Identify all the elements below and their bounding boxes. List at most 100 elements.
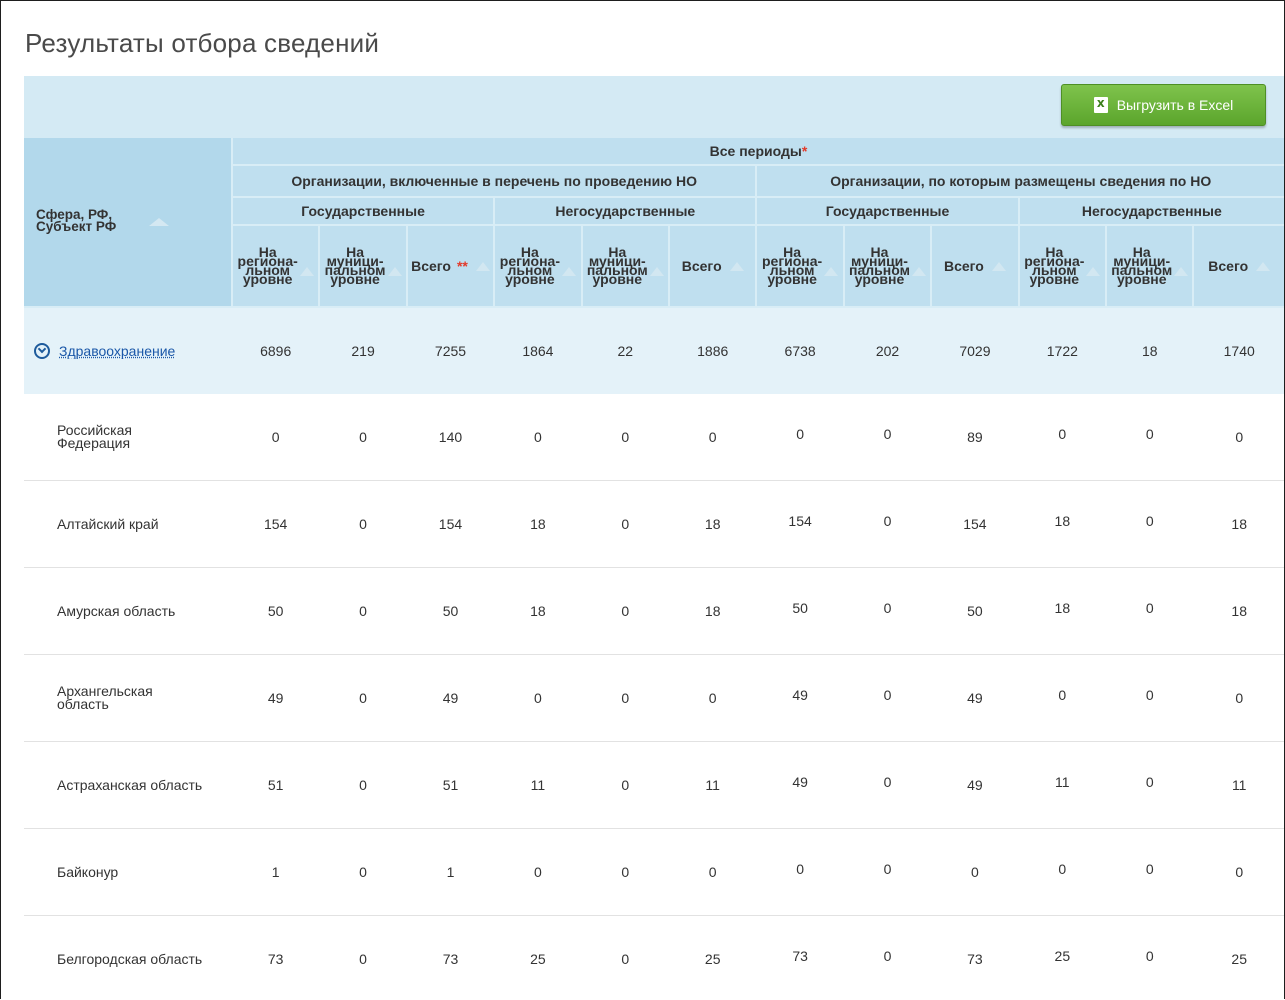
column-header-label: На региона-льном уровне bbox=[499, 244, 560, 287]
table-cell: 140 bbox=[406, 394, 495, 481]
region-name: Алтайский край bbox=[24, 480, 232, 568]
table-cell: 0 bbox=[843, 651, 932, 739]
region-name: Архангельская область bbox=[24, 654, 232, 742]
table-cell: 0 bbox=[1018, 391, 1107, 478]
table-cell: 154 bbox=[756, 477, 844, 565]
sort-asc-icon[interactable] bbox=[1256, 261, 1271, 271]
periods-header: Все периоды* bbox=[231, 138, 1284, 166]
table-cell: 0 bbox=[756, 391, 844, 478]
column-header-label: На муници-пальном уровне bbox=[849, 244, 910, 287]
table-cell: 18 bbox=[494, 567, 582, 655]
sort-asc-icon[interactable] bbox=[824, 266, 839, 276]
sort-asc-icon[interactable] bbox=[1174, 266, 1189, 276]
toolbar: Выгрузить в Excel bbox=[24, 76, 1284, 138]
table-cell: 1 bbox=[231, 828, 320, 916]
table-cell: 11 bbox=[1193, 741, 1284, 829]
sort-asc-icon[interactable] bbox=[299, 266, 314, 276]
column-header-regional[interactable]: На региона-льном уровне bbox=[231, 225, 321, 308]
table-cell: 0 bbox=[1106, 477, 1194, 565]
table-cell: 0 bbox=[1106, 825, 1194, 913]
column-header-label: На региона-льном уровне bbox=[761, 244, 823, 287]
table-cell: 0 bbox=[1193, 394, 1284, 481]
table-cell: 0 bbox=[319, 741, 407, 829]
table-cell: 0 bbox=[756, 825, 844, 913]
group-a-nongov-header: Негосударственные bbox=[494, 197, 758, 226]
table-cell: 0 bbox=[669, 654, 757, 742]
collapse-chevron-icon[interactable] bbox=[34, 343, 50, 359]
sort-asc-icon[interactable] bbox=[649, 266, 664, 276]
table-cell: 0 bbox=[231, 394, 320, 481]
table-cell: 49 bbox=[931, 654, 1019, 742]
table-cell: 0 bbox=[1018, 651, 1107, 739]
table-cell: 154 bbox=[406, 480, 495, 568]
column-header-regional[interactable]: На региона-льном уровне bbox=[1018, 225, 1108, 308]
column-header-label: На региона-льном уровне bbox=[237, 244, 298, 287]
table-cell: 0 bbox=[843, 912, 932, 999]
sort-asc-icon[interactable] bbox=[729, 261, 744, 271]
table-cell: 0 bbox=[1193, 828, 1284, 916]
table-cell: 0 bbox=[669, 394, 757, 481]
column-header-municipal[interactable]: На муници-пальном уровне bbox=[319, 225, 408, 308]
column-header-municipal[interactable]: На муници-пальном уровне bbox=[581, 225, 671, 308]
sort-asc-icon[interactable] bbox=[562, 266, 576, 276]
table-cell: 0 bbox=[494, 828, 582, 916]
sort-asc-icon[interactable] bbox=[991, 261, 1006, 271]
group-link-zdravoohranenie[interactable]: Здравоохранение bbox=[59, 343, 175, 359]
table-cell: 0 bbox=[581, 654, 669, 742]
table-cell: 50 bbox=[406, 567, 495, 655]
table-cell: 6896 bbox=[231, 307, 320, 394]
table-cell: 0 bbox=[581, 480, 669, 568]
table-cell: 18 bbox=[1193, 567, 1284, 655]
column-header-label: Всего bbox=[681, 257, 722, 274]
column-header-total[interactable]: Всего bbox=[931, 225, 1020, 308]
column-header-municipal[interactable]: На муници-пальном уровне bbox=[843, 225, 933, 308]
group-b-gov-header: Государственные bbox=[756, 197, 1020, 226]
sort-asc-icon[interactable] bbox=[475, 261, 490, 271]
column-header-label: Всего bbox=[943, 257, 984, 274]
table-cell: 1 bbox=[406, 828, 495, 916]
region-name: Астраханская область bbox=[24, 741, 232, 829]
table-cell: 0 bbox=[319, 394, 407, 481]
group-a-gov-header: Государственные bbox=[231, 197, 496, 226]
table-cell: 11 bbox=[669, 741, 757, 829]
sort-asc-icon[interactable] bbox=[387, 266, 402, 276]
table-cell: 73 bbox=[231, 915, 320, 999]
table-row: Алтайский край 154 0 154 18 0 18 154 0 154 18 0 18 bbox=[24, 477, 1284, 568]
table-cell: 18 bbox=[669, 567, 757, 655]
table-cell: 0 bbox=[319, 915, 407, 999]
column-header-sfera[interactable]: Сфера, РФ, Субъект РФ bbox=[24, 138, 233, 308]
region-name: Белгородская область bbox=[24, 915, 232, 999]
table-cell: 0 bbox=[1018, 825, 1107, 913]
table-row: Архангельская область 49 0 49 0 0 0 49 0 49 0 0 0 bbox=[24, 651, 1284, 742]
group-a-header: Организации, включенные в перечень по пр… bbox=[231, 165, 758, 198]
periods-header-label: Все периоды bbox=[709, 143, 802, 159]
table-cell: 202 bbox=[843, 307, 932, 394]
table-cell: 1722 bbox=[1018, 307, 1107, 394]
sort-asc-icon[interactable] bbox=[149, 218, 169, 226]
table-cell: 0 bbox=[581, 828, 669, 916]
sort-asc-icon[interactable] bbox=[911, 266, 926, 276]
table-cell: 1740 bbox=[1193, 307, 1284, 394]
sort-asc-icon[interactable] bbox=[1086, 266, 1101, 276]
column-header-total[interactable]: Всего ** bbox=[406, 225, 496, 308]
table-cell: 25 bbox=[1018, 912, 1107, 999]
export-excel-button[interactable]: Выгрузить в Excel bbox=[1061, 84, 1266, 126]
column-header-total[interactable]: Всего bbox=[1193, 225, 1284, 308]
column-header-total[interactable]: Всего bbox=[669, 225, 758, 308]
column-header-regional[interactable]: На региона-льном уровне bbox=[494, 225, 583, 308]
table-cell: 0 bbox=[581, 567, 669, 655]
column-header-municipal[interactable]: На муници-пальном уровне bbox=[1106, 225, 1195, 308]
table-cell: 0 bbox=[843, 391, 932, 478]
results-table: Сфера, РФ, Субъект РФ Все периоды* Органи… bbox=[24, 138, 1284, 999]
table-cell: 1886 bbox=[669, 307, 757, 394]
table-cell: 0 bbox=[319, 567, 407, 655]
table-cell: 73 bbox=[931, 915, 1019, 999]
table-cell: 0 bbox=[669, 828, 757, 916]
column-header-regional[interactable]: На региона-льном уровне bbox=[756, 225, 845, 308]
table-cell: 51 bbox=[406, 741, 495, 829]
table-cell: 73 bbox=[406, 915, 495, 999]
table-cell: 154 bbox=[931, 480, 1019, 568]
table-cell: 49 bbox=[931, 741, 1019, 829]
table-cell: 6738 bbox=[756, 307, 844, 394]
table-cell: 0 bbox=[319, 480, 407, 568]
